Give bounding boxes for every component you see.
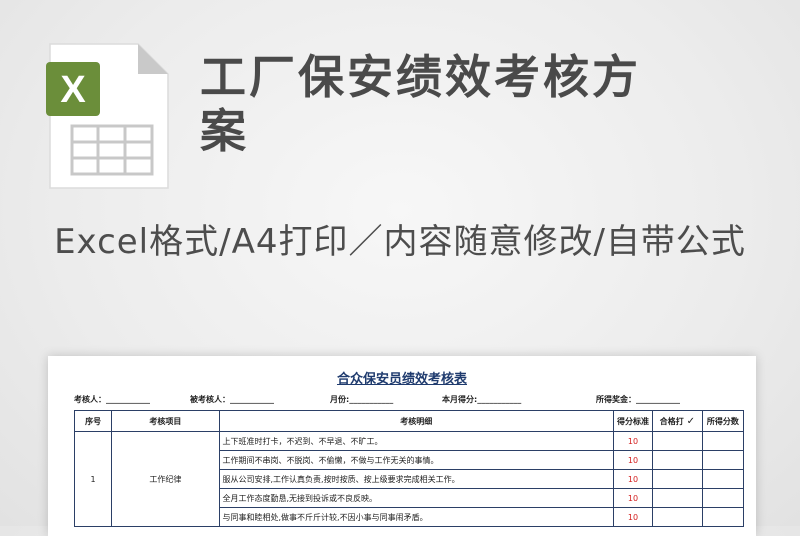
bonus-field: 所得奖金：___________ — [596, 395, 680, 404]
obtained-cell[interactable] — [701, 450, 745, 470]
score-cell[interactable]: 10 — [612, 507, 654, 527]
spreadsheet-preview: 合众保安员绩效考核表 考核人：___________ 被考核人：________… — [48, 356, 756, 536]
assessment-table: 序号 考核项目 考核明细 得分标准 合格打 ✓ 所得分数 1 工作纪律 上下班准… — [73, 410, 745, 527]
score-field: 本月得分:___________ — [442, 395, 522, 404]
excel-file-icon: X — [46, 40, 172, 192]
qualified-cell[interactable] — [652, 469, 703, 489]
sheet-meta-row: 考核人：___________ 被考核人：___________ 月份:____… — [48, 394, 756, 408]
header-detail: 考核明细 — [218, 410, 614, 432]
assessor-field: 考核人：___________ — [74, 395, 150, 404]
qualified-cell[interactable] — [652, 450, 703, 470]
score-cell[interactable]: 10 — [612, 431, 654, 451]
header-qualified: 合格打 ✓ — [652, 410, 703, 432]
detail-cell[interactable]: 工作期间不串岗、不脱岗、不偷懒，不做与工作无关的事情。 — [218, 450, 614, 470]
score-cell[interactable]: 10 — [612, 488, 654, 508]
qualified-cell[interactable] — [652, 431, 703, 451]
header-obtained: 所得分数 — [701, 410, 745, 432]
score-cell[interactable]: 10 — [612, 450, 654, 470]
qualified-cell[interactable] — [652, 507, 703, 527]
qualified-cell[interactable] — [652, 488, 703, 508]
header-standard: 得分标准 — [612, 410, 654, 432]
obtained-cell[interactable] — [701, 488, 745, 508]
obtained-cell[interactable] — [701, 469, 745, 489]
detail-cell[interactable]: 全月工作态度勤恳,无接到投诉或不良反映。 — [218, 488, 614, 508]
obtained-cell[interactable] — [701, 431, 745, 451]
group-item-cell: 工作纪律 — [111, 431, 220, 527]
page-title: 工厂保安绩效考核方案 — [200, 50, 641, 158]
group-no-cell: 1 — [73, 431, 113, 527]
assessee-field: 被考核人：___________ — [190, 395, 274, 404]
detail-cell[interactable]: 上下班准时打卡，不迟到、不早退、不旷工。 — [218, 431, 614, 451]
table-header-row: 序号 考核项目 考核明细 得分标准 合格打 ✓ 所得分数 — [73, 410, 745, 432]
page-subtitle: Excel格式/A4打印／内容随意修改/自带公式 — [54, 222, 746, 262]
detail-cell[interactable]: 服从公司安排,工作认真负责,按时按质、按上级要求完成相关工作。 — [218, 469, 614, 489]
check-icon: ✓ — [686, 415, 695, 427]
header-no: 序号 — [73, 410, 113, 432]
excel-x-letter: X — [60, 69, 86, 111]
header-qualified-label: 合格打 — [659, 416, 684, 426]
month-field: 月份:___________ — [330, 395, 394, 404]
obtained-cell[interactable] — [701, 507, 745, 527]
sheet-title: 合众保安员绩效考核表 — [336, 372, 467, 387]
detail-cell[interactable]: 与同事和睦相处,做事不斤斤计较,不因小事与同事闹矛盾。 — [218, 507, 614, 527]
header-item: 考核项目 — [111, 410, 220, 432]
score-cell[interactable]: 10 — [612, 469, 654, 489]
table-row: 1 工作纪律 上下班准时打卡，不迟到、不早退、不旷工。 10 — [73, 431, 745, 527]
